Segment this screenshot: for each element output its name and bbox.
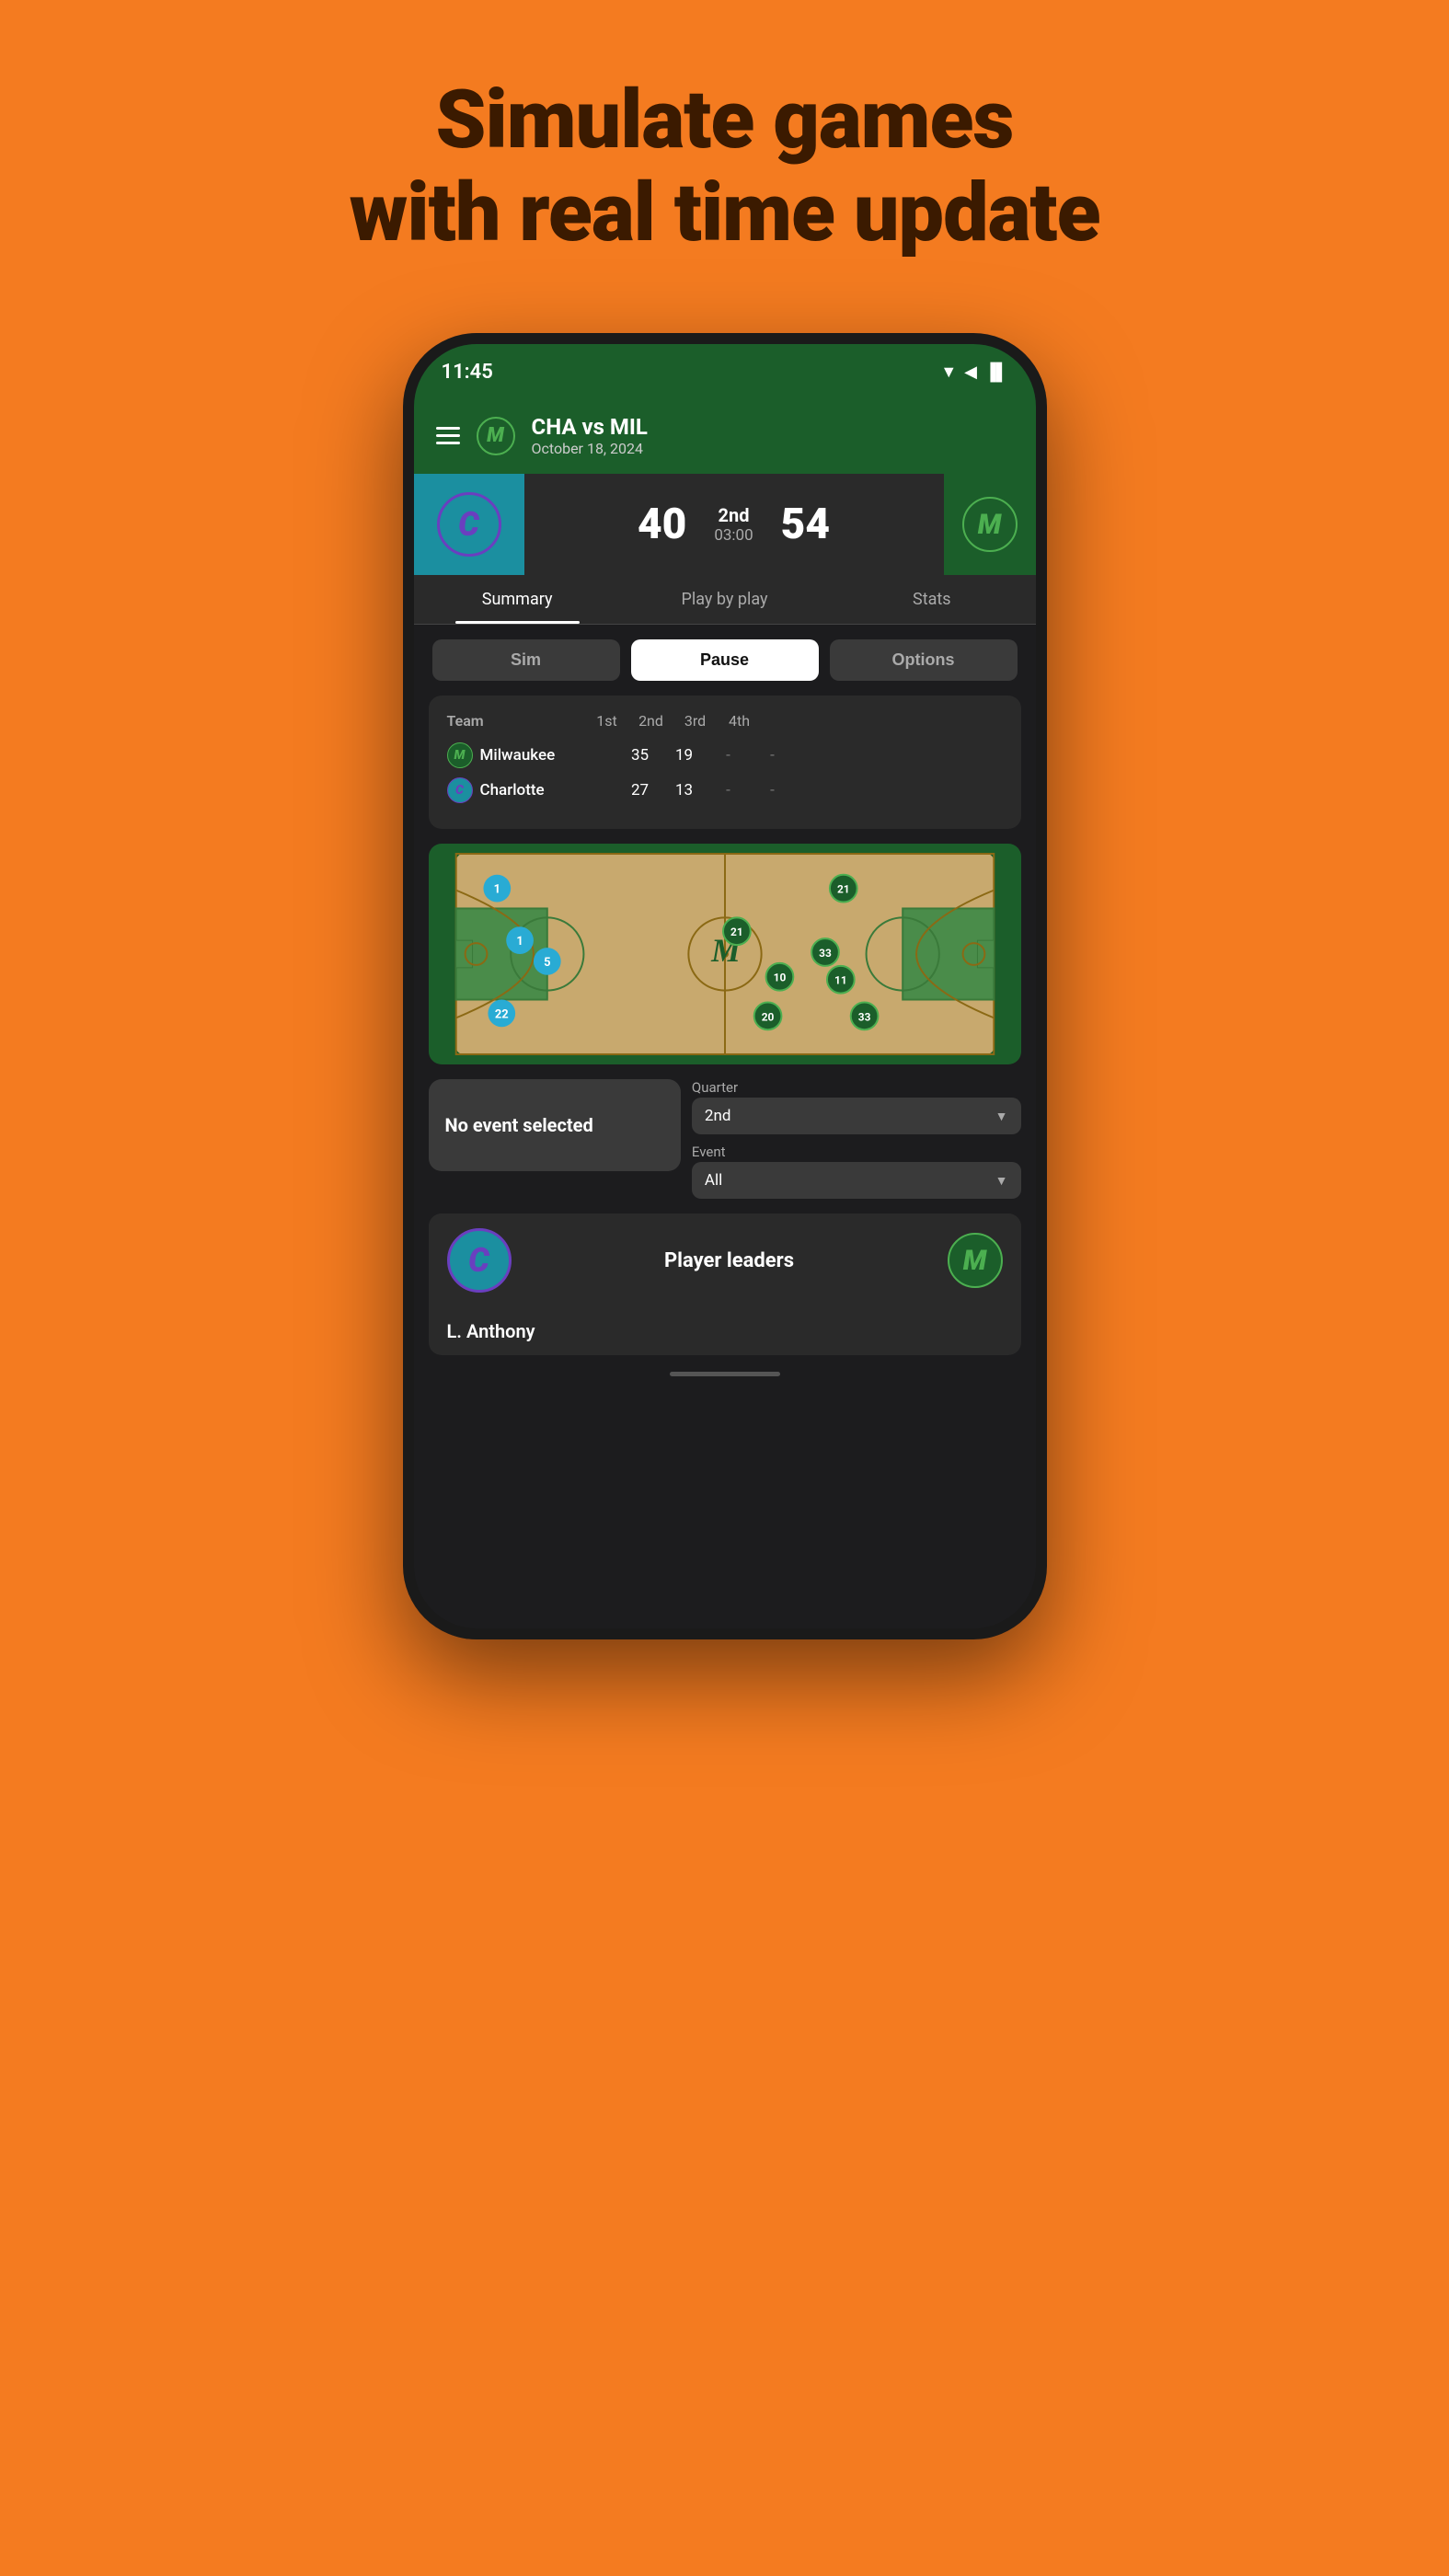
event-label: Event [692, 1144, 1021, 1160]
col-team-label: Team [447, 712, 585, 730]
leaders-header: C Player leaders M [429, 1213, 1021, 1307]
signal-icon: ◀ [964, 362, 977, 382]
player-name: L. Anthony [447, 1320, 1003, 1342]
header-date: October 18, 2024 [532, 440, 1014, 457]
phone-screen: 11:45 ▼ ◀ ▐▌ M CHA vs MIL October 18, 20… [414, 344, 1036, 1628]
score-clock: 03:00 [714, 526, 753, 545]
event-dropdown[interactable]: All ▼ [692, 1162, 1021, 1199]
score-left: 40 [638, 500, 686, 549]
cha-q2: 13 [662, 781, 707, 799]
cha-q4: - [751, 781, 795, 799]
header-team-logo: M [477, 417, 515, 455]
charlotte-name: Charlotte [480, 781, 618, 799]
options-button[interactable]: Options [830, 639, 1018, 681]
court-container: M 1 1 5 [429, 844, 1021, 1064]
status-bar: 11:45 ▼ ◀ ▐▌ [414, 344, 1036, 399]
milwaukee-name: Milwaukee [480, 746, 618, 765]
pause-button[interactable]: Pause [631, 639, 819, 681]
svg-text:10: 10 [773, 972, 786, 984]
svg-text:1: 1 [516, 935, 523, 949]
status-icons: ▼ ◀ ▐▌ [940, 362, 1007, 382]
app-header: M CHA vs MIL October 18, 2024 [414, 399, 1036, 474]
svg-text:22: 22 [494, 1008, 508, 1022]
cha-q1: 27 [618, 781, 662, 799]
svg-text:1: 1 [493, 883, 500, 897]
event-value: All [705, 1171, 722, 1190]
player-leaders-card: C Player leaders M L. Anthony [429, 1213, 1021, 1355]
score-middle: 2nd 03:00 [714, 504, 753, 545]
status-time: 11:45 [442, 361, 493, 384]
header-matchup: CHA vs MIL [532, 414, 1014, 440]
battery-icon: ▐▌ [984, 362, 1008, 382]
home-bar [670, 1372, 780, 1376]
phone-shell: 11:45 ▼ ◀ ▐▌ M CHA vs MIL October 18, 20… [403, 333, 1047, 1639]
quarter-dropdown[interactable]: 2nd ▼ [692, 1098, 1021, 1134]
header-game-info: CHA vs MIL October 18, 2024 [532, 414, 1014, 457]
charlotte-icon-small: C [447, 777, 473, 803]
col-3rd-label: 3rd [673, 712, 718, 730]
mil-q3: - [707, 746, 751, 765]
score-table: Team 1st 2nd 3rd 4th M Milwaukee 35 19 -… [429, 696, 1021, 829]
menu-button[interactable] [436, 427, 460, 444]
filter-dropdowns: Quarter 2nd ▼ Event All ▼ [692, 1079, 1021, 1199]
leaders-charlotte-logo: C [447, 1228, 512, 1293]
court-svg: M 1 1 5 [429, 844, 1021, 1064]
sim-button[interactable]: Sim [432, 639, 620, 681]
milwaukee-team-bg: M [944, 474, 1036, 575]
wifi-icon: ▼ [940, 362, 957, 382]
score-banner: C 40 2nd 03:00 54 M [414, 474, 1036, 575]
tab-stats[interactable]: Stats [828, 575, 1035, 624]
hero-title: Simulate games with real time update [349, 74, 1099, 259]
svg-text:33: 33 [857, 1011, 870, 1024]
tab-summary[interactable]: Summary [414, 575, 621, 624]
sim-controls: Sim Pause Options [414, 625, 1036, 696]
event-selector: No event selected Quarter 2nd ▼ Event [429, 1079, 1021, 1199]
tabs-bar: Summary Play by play Stats [414, 575, 1036, 625]
col-2nd-label: 2nd [629, 712, 673, 730]
charlotte-team-bg: C [414, 474, 524, 575]
score-right: 54 [781, 500, 830, 549]
cha-q3: - [707, 781, 751, 799]
leaders-milwaukee-logo: M [948, 1233, 1003, 1288]
svg-text:11: 11 [834, 974, 847, 987]
table-row-charlotte: C Charlotte 27 13 - - [447, 777, 1003, 803]
event-dropdown-group: Event All ▼ [692, 1144, 1021, 1199]
tab-play-by-play[interactable]: Play by play [621, 575, 828, 624]
quarter-chevron-icon: ▼ [995, 1109, 1008, 1124]
quarter-dropdown-group: Quarter 2nd ▼ [692, 1079, 1021, 1134]
table-row-milwaukee: M Milwaukee 35 19 - - [447, 742, 1003, 768]
mil-q2: 19 [662, 746, 707, 765]
score-table-header: Team 1st 2nd 3rd 4th [447, 712, 1003, 730]
col-4th-label: 4th [718, 712, 762, 730]
quarter-value: 2nd [705, 1107, 731, 1125]
event-chevron-icon: ▼ [995, 1173, 1008, 1189]
mil-q1: 35 [618, 746, 662, 765]
col-1st-label: 1st [585, 712, 629, 730]
no-event-text: No event selected [445, 1113, 593, 1137]
svg-text:21: 21 [730, 926, 743, 939]
leaders-title: Player leaders [512, 1249, 948, 1272]
charlotte-logo: C [437, 492, 501, 557]
phone-device: 11:45 ▼ ◀ ▐▌ M CHA vs MIL October 18, 20… [403, 333, 1047, 1639]
milwaukee-logo-score: M [962, 497, 1018, 552]
score-quarter: 2nd [714, 504, 753, 526]
svg-text:21: 21 [836, 883, 849, 896]
mil-q4: - [751, 746, 795, 765]
quarter-label: Quarter [692, 1079, 1021, 1096]
leaders-content: L. Anthony [429, 1307, 1021, 1355]
svg-text:5: 5 [544, 956, 550, 970]
svg-text:20: 20 [761, 1011, 774, 1024]
milwaukee-icon-small: M [447, 742, 473, 768]
main-content: Sim Pause Options Team 1st 2nd 3rd 4th [414, 625, 1036, 1355]
home-indicator [414, 1355, 1036, 1392]
svg-text:33: 33 [819, 947, 832, 960]
no-event-box: No event selected [429, 1079, 681, 1171]
score-center: 40 2nd 03:00 54 [524, 474, 944, 575]
